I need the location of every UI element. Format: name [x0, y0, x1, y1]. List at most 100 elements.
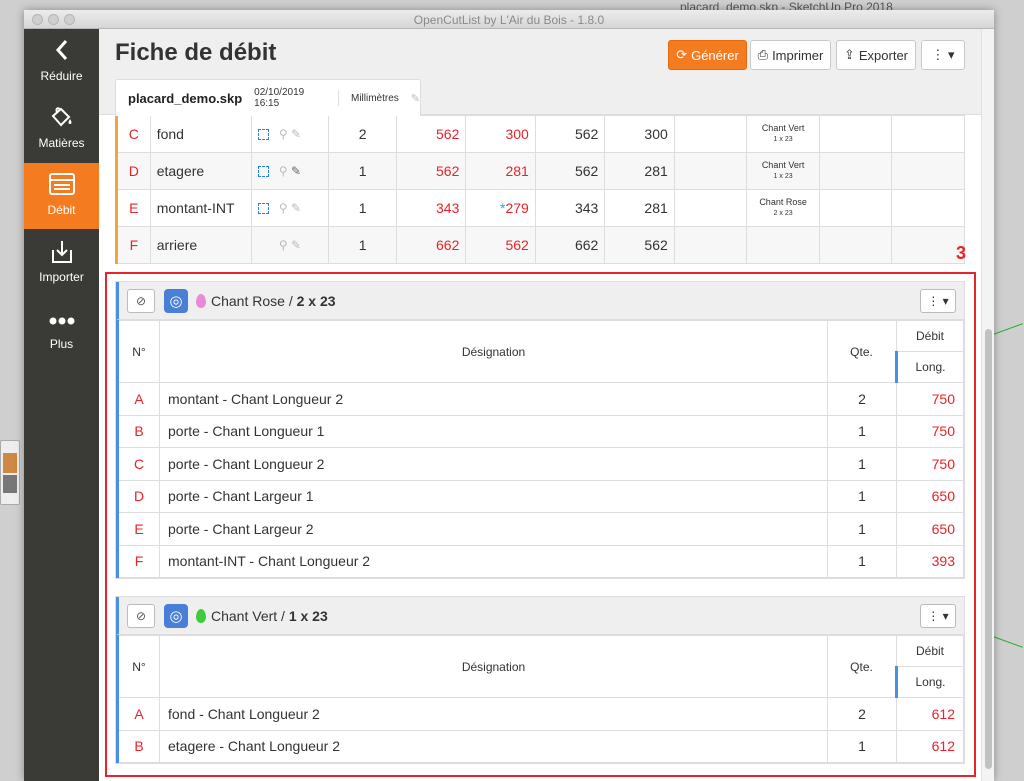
column-header-cut: Débit — [896, 320, 964, 352]
row-id: C — [116, 447, 160, 481]
column-header-length: Long. — [895, 351, 964, 383]
zoom-icon[interactable]: ⚲ — [279, 164, 288, 178]
select-icon[interactable] — [257, 166, 269, 178]
sidebar-item-reduire[interactable]: Réduire — [24, 29, 99, 95]
group-header: ⊘ ◎ Chant Vert / 1 x 23 ⋮ ▾ — [116, 597, 964, 635]
toggle-visibility-button[interactable]: ⊘ — [127, 604, 155, 628]
column-header-qty: Qte. — [827, 320, 897, 383]
part-qty: 1 — [328, 226, 397, 264]
empty-cell — [673, 189, 748, 227]
table-row[interactable]: D porte - Chant Largeur 1 1 650 — [116, 479, 964, 513]
edge-band-group: ⊘ ◎ Chant Vert / 1 x 23 ⋮ ▾ N° Désignati… — [115, 596, 965, 764]
parts-table: C fond ⚲ ✎ 2 562 300 562 300 Chant Vert 1… — [115, 115, 965, 264]
file-name: placard_demo.skp — [128, 90, 243, 106]
table-row[interactable]: C fond ⚲ ✎ 2 562 300 562 300 Chant Vert 1… — [115, 115, 965, 153]
group-menu-button[interactable]: ⋮ ▾ — [920, 604, 956, 628]
edge-band-cell — [746, 226, 820, 264]
eye-slash-icon: ⊘ — [135, 294, 147, 308]
table-row[interactable]: D etagere ⚲ ✎ 1 562 281 562 281 Chant Ve… — [115, 152, 965, 190]
column-header-qty: Qte. — [827, 635, 897, 698]
pencil-icon[interactable]: ✎ — [291, 238, 301, 252]
main-content: C fond ⚲ ✎ 2 562 300 562 300 Chant Vert 1… — [99, 29, 981, 781]
sketchup-toolbar[interactable] — [0, 440, 20, 505]
empty-cell — [673, 226, 748, 264]
sidebar-item-label: Plus — [49, 337, 74, 351]
part-name: etagere — [149, 152, 252, 190]
pencil-icon[interactable]: ✎ — [291, 201, 301, 215]
sidebar-item-importer[interactable]: Importer — [24, 230, 99, 296]
zoom-icon[interactable]: ⚲ — [279, 201, 288, 215]
row-qty: 2 — [827, 697, 897, 731]
scrollbar[interactable] — [981, 29, 994, 781]
paint-bucket-icon — [24, 106, 99, 130]
group-title: Chant Rose / 2 x 23 — [211, 293, 336, 309]
scrollbar-thumb[interactable] — [985, 329, 992, 769]
row-designation: fond - Chant Longueur 2 — [159, 697, 828, 731]
table-row[interactable]: A montant - Chant Longueur 2 2 750 — [116, 382, 964, 416]
pencil-icon[interactable]: ✎ — [411, 92, 420, 105]
chevron-left-icon — [24, 39, 99, 63]
more-options-button[interactable]: ⋮ ▾ — [921, 40, 965, 70]
table-row[interactable]: B etagere - Chant Longueur 2 1 612 — [116, 729, 964, 763]
column-header-cut: Débit — [896, 635, 964, 667]
column-header-length: Long. — [895, 666, 964, 698]
table-row[interactable]: C porte - Chant Longueur 2 1 750 — [116, 447, 964, 481]
row-designation: porte - Chant Largeur 1 — [159, 479, 828, 513]
empty-cell — [891, 226, 965, 264]
generate-button[interactable]: ⟳ Générer — [668, 40, 747, 70]
row-id: D — [116, 479, 160, 513]
sidebar-item-label: Réduire — [40, 69, 83, 83]
column-header-designation: Désignation — [159, 635, 828, 698]
file-tab[interactable]: placard_demo.skp 02/10/2019 16:15 Millim… — [115, 79, 421, 116]
toggle-visibility-button[interactable]: ⊘ — [127, 289, 155, 313]
table-row[interactable]: A fond - Chant Longueur 2 2 612 — [116, 697, 964, 731]
pencil-icon[interactable]: ✎ — [291, 127, 301, 141]
column-header-num: N° — [116, 320, 160, 383]
plugin-window: OpenCutList by L'Air du Bois - 1.8.0 Réd… — [24, 10, 994, 781]
table-row[interactable]: F montant-INT - Chant Longueur 2 1 393 — [116, 544, 964, 578]
part-length: 662 — [534, 226, 606, 264]
part-name: arriere — [149, 226, 252, 264]
row-qty: 2 — [827, 382, 897, 416]
group-header: ⊘ ◎ Chant Rose / 2 x 23 ⋮ ▾ — [116, 282, 964, 320]
export-icon: ⇪ — [843, 47, 855, 62]
part-length: 562 — [534, 152, 606, 190]
part-qty: 1 — [328, 152, 397, 190]
zoom-icon[interactable]: ⚲ — [279, 127, 288, 141]
annotation-number: 3 — [956, 243, 967, 263]
row-length: 612 — [896, 729, 964, 763]
row-id: A — [116, 697, 160, 731]
import-icon — [24, 240, 99, 264]
select-icon[interactable] — [257, 203, 269, 215]
row-id: B — [116, 414, 160, 448]
part-actions: ⚲ ✎ — [250, 115, 330, 153]
part-cut-length: 662 — [395, 226, 467, 264]
edge-band-table: N° Désignation Qte. Débit Long. A montan… — [116, 320, 964, 578]
sidebar-item-matieres[interactable]: Matières — [24, 96, 99, 162]
sidebar-item-plus[interactable]: Plus — [24, 297, 99, 363]
sidebar-item-debit[interactable]: Débit — [24, 163, 99, 229]
row-id: F — [116, 544, 160, 578]
row-id: E — [116, 512, 160, 546]
title-bar[interactable]: OpenCutList by L'Air du Bois - 1.8.0 — [24, 10, 994, 29]
group-menu-button[interactable]: ⋮ ▾ — [920, 289, 956, 313]
select-icon[interactable] — [257, 129, 269, 141]
empty-cell — [891, 152, 965, 190]
table-row[interactable]: F arriere ⚲ ✎ 1 662 562 662 562 — [115, 226, 965, 264]
table-row[interactable]: B porte - Chant Longueur 1 1 750 — [116, 414, 964, 448]
sidebar-item-label: Importer — [39, 270, 84, 284]
part-width: 300 — [604, 115, 675, 153]
part-cut-length: 562 — [395, 152, 467, 190]
part-qty: 1 — [328, 189, 397, 227]
empty-cell — [818, 226, 893, 264]
edge-band-material-icon: ◎ — [164, 604, 188, 628]
row-length: 650 — [896, 479, 964, 513]
zoom-icon[interactable]: ⚲ — [279, 238, 288, 252]
pencil-icon[interactable]: ✎ — [291, 164, 301, 178]
list-icon — [24, 173, 99, 197]
length-unit: Millimètres — [351, 92, 399, 104]
table-row[interactable]: E porte - Chant Largeur 2 1 650 — [116, 512, 964, 546]
print-button[interactable]: ⎙ Imprimer — [750, 40, 831, 70]
export-button[interactable]: ⇪ Exporter — [836, 40, 916, 70]
table-row[interactable]: E montant-INT ⚲ ✎ 1 343 *279 343 281 Cha… — [115, 189, 965, 227]
